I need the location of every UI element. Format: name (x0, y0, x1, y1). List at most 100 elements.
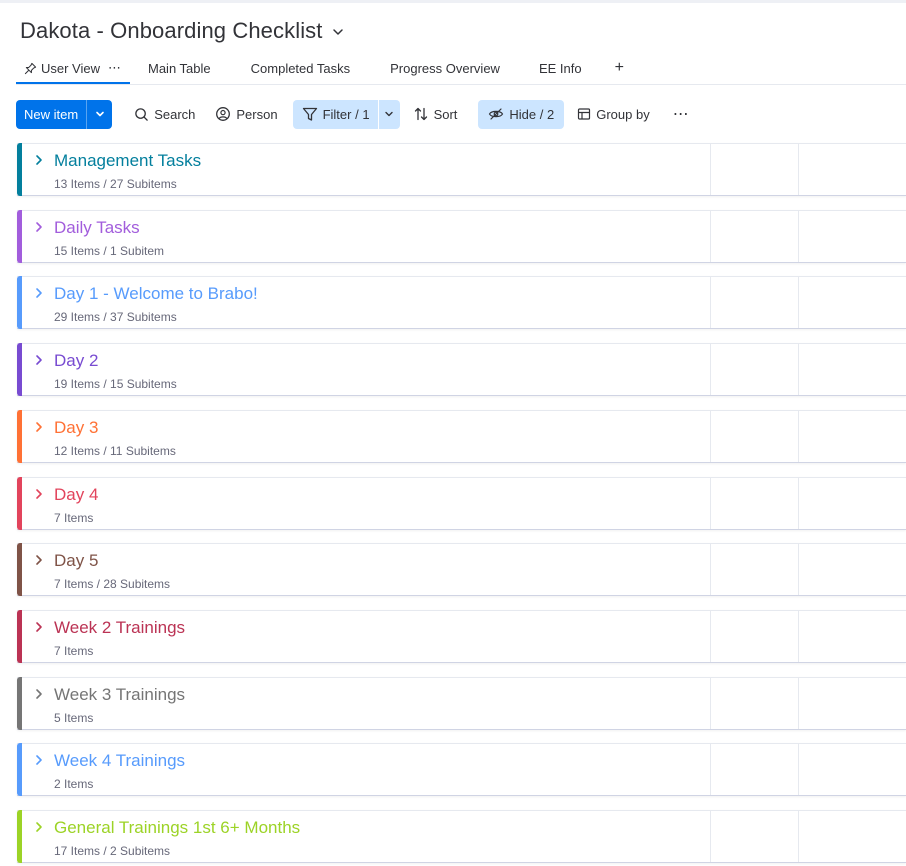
tab-completed-tasks[interactable]: Completed Tasks (251, 52, 350, 84)
group-header[interactable]: Week 4 Trainings 2 Items (17, 743, 906, 796)
eye-off-icon (489, 108, 504, 120)
sort-icon (414, 107, 427, 121)
group-color-bar (17, 810, 22, 863)
tab-label: Progress Overview (390, 60, 500, 76)
more-options-icon[interactable]: ⋯ (665, 104, 698, 124)
group-by-label: Group by (596, 106, 650, 122)
group-title[interactable]: Day 1 - Welcome to Brabo! (54, 284, 258, 304)
group-color-bar (17, 677, 22, 730)
chevron-right-icon[interactable] (33, 754, 45, 766)
group-by-icon (578, 108, 591, 120)
column-divider (710, 344, 711, 395)
group-header[interactable]: Daily Tasks 15 Items / 1 Subitem (17, 210, 906, 263)
group-title[interactable]: Daily Tasks (54, 218, 140, 238)
chevron-right-icon[interactable] (33, 354, 45, 366)
group-by-button[interactable]: Group by (570, 100, 656, 129)
column-divider (798, 144, 799, 195)
filter-icon (302, 107, 317, 121)
chevron-right-icon[interactable] (33, 488, 45, 500)
add-view-button[interactable]: + (615, 52, 624, 84)
column-divider (798, 811, 799, 862)
group-header[interactable]: Day 1 - Welcome to Brabo! 29 Items / 37 S… (17, 276, 906, 329)
board-toolbar: New item Search Person Filter / 1 Sort H… (16, 99, 698, 129)
hide-columns-button[interactable]: Hide / 2 (478, 99, 565, 129)
group-header[interactable]: Management Tasks 13 Items / 27 Subitems (17, 143, 906, 196)
column-divider (710, 678, 711, 729)
group-header[interactable]: Week 3 Trainings 5 Items (17, 677, 906, 730)
group-color-bar (17, 610, 22, 663)
group-header[interactable]: Day 3 12 Items / 11 Subitems (17, 410, 906, 463)
chevron-down-icon[interactable] (87, 100, 112, 129)
board-title[interactable]: Dakota - Onboarding Checklist (20, 18, 323, 44)
column-divider (798, 544, 799, 595)
group-title[interactable]: Week 2 Trainings (54, 618, 185, 638)
filter-label: Filter / 1 (322, 106, 370, 122)
group-header[interactable]: Week 2 Trainings 7 Items (17, 610, 906, 663)
tab-user-view[interactable]: User View ⋯ (16, 52, 130, 84)
view-tabs: User View ⋯ Main Table Completed Tasks P… (16, 52, 624, 84)
chevron-right-icon[interactable] (33, 821, 45, 833)
column-divider (710, 411, 711, 462)
pin-icon (24, 62, 37, 74)
column-divider (798, 344, 799, 395)
tab-progress-overview[interactable]: Progress Overview (390, 52, 500, 84)
group-header[interactable]: Day 4 7 Items (17, 477, 906, 530)
sort-button[interactable]: Sort (406, 100, 465, 129)
group-color-bar (17, 143, 22, 196)
tab-ee-info[interactable]: EE Info (539, 52, 582, 84)
more-icon[interactable]: ⋯ (108, 60, 122, 76)
column-divider (710, 811, 711, 862)
chevron-right-icon[interactable] (33, 688, 45, 700)
person-filter-button[interactable]: Person (208, 100, 284, 129)
tab-label: User View (40, 60, 100, 76)
search-icon (135, 107, 148, 121)
sort-label: Sort (433, 106, 458, 122)
column-divider (710, 544, 711, 595)
search-button[interactable]: Search (127, 100, 202, 129)
tab-label: Main Table (148, 60, 211, 76)
hide-label: Hide / 2 (509, 106, 555, 122)
group-title[interactable]: Week 3 Trainings (54, 685, 185, 705)
column-divider (710, 744, 711, 795)
chevron-down-icon[interactable] (331, 25, 345, 39)
chevron-right-icon[interactable] (33, 554, 45, 566)
group-title[interactable]: General Trainings 1st 6+ Months (54, 818, 300, 838)
group-color-bar (17, 743, 22, 796)
tab-main-table[interactable]: Main Table (148, 52, 211, 84)
filter-control: Filter / 1 (292, 99, 400, 129)
group-item-count: 2 Items (54, 777, 94, 791)
group-item-count: 7 Items / 28 Subitems (54, 577, 171, 591)
chevron-right-icon[interactable] (33, 421, 45, 433)
group-color-bar (17, 343, 22, 396)
chevron-right-icon[interactable] (33, 154, 45, 166)
group-title[interactable]: Week 4 Trainings (54, 751, 185, 771)
new-item-button[interactable]: New item (16, 99, 113, 129)
column-divider (710, 611, 711, 662)
chevron-right-icon[interactable] (33, 221, 45, 233)
tab-label: Completed Tasks (250, 60, 351, 76)
group-title[interactable]: Day 2 (54, 351, 98, 371)
chevron-right-icon[interactable] (33, 621, 45, 633)
column-divider (710, 144, 711, 195)
group-color-bar (17, 210, 22, 263)
new-item-label[interactable]: New item (16, 99, 88, 129)
group-item-count: 19 Items / 15 Subitems (54, 377, 177, 391)
group-item-count: 17 Items / 2 Subitems (54, 844, 171, 858)
column-divider (798, 277, 799, 328)
group-title[interactable]: Day 4 (54, 485, 98, 505)
group-title[interactable]: Day 5 (54, 551, 98, 571)
group-item-count: 5 Items (54, 711, 94, 725)
column-divider (710, 277, 711, 328)
filter-button[interactable]: Filter / 1 (293, 100, 378, 129)
column-divider (798, 211, 799, 262)
group-header[interactable]: Day 2 19 Items / 15 Subitems (17, 343, 906, 396)
chevron-down-icon[interactable] (377, 99, 400, 129)
group-item-count: 15 Items / 1 Subitem (54, 244, 165, 258)
board-header: Dakota - Onboarding Checklist (20, 18, 345, 44)
group-header[interactable]: General Trainings 1st 6+ Months 17 Items … (17, 810, 906, 863)
group-title[interactable]: Day 3 (54, 418, 98, 438)
group-header[interactable]: Day 5 7 Items / 28 Subitems (17, 543, 906, 596)
column-divider (798, 478, 799, 529)
chevron-right-icon[interactable] (33, 287, 45, 299)
group-title[interactable]: Management Tasks (54, 151, 201, 171)
